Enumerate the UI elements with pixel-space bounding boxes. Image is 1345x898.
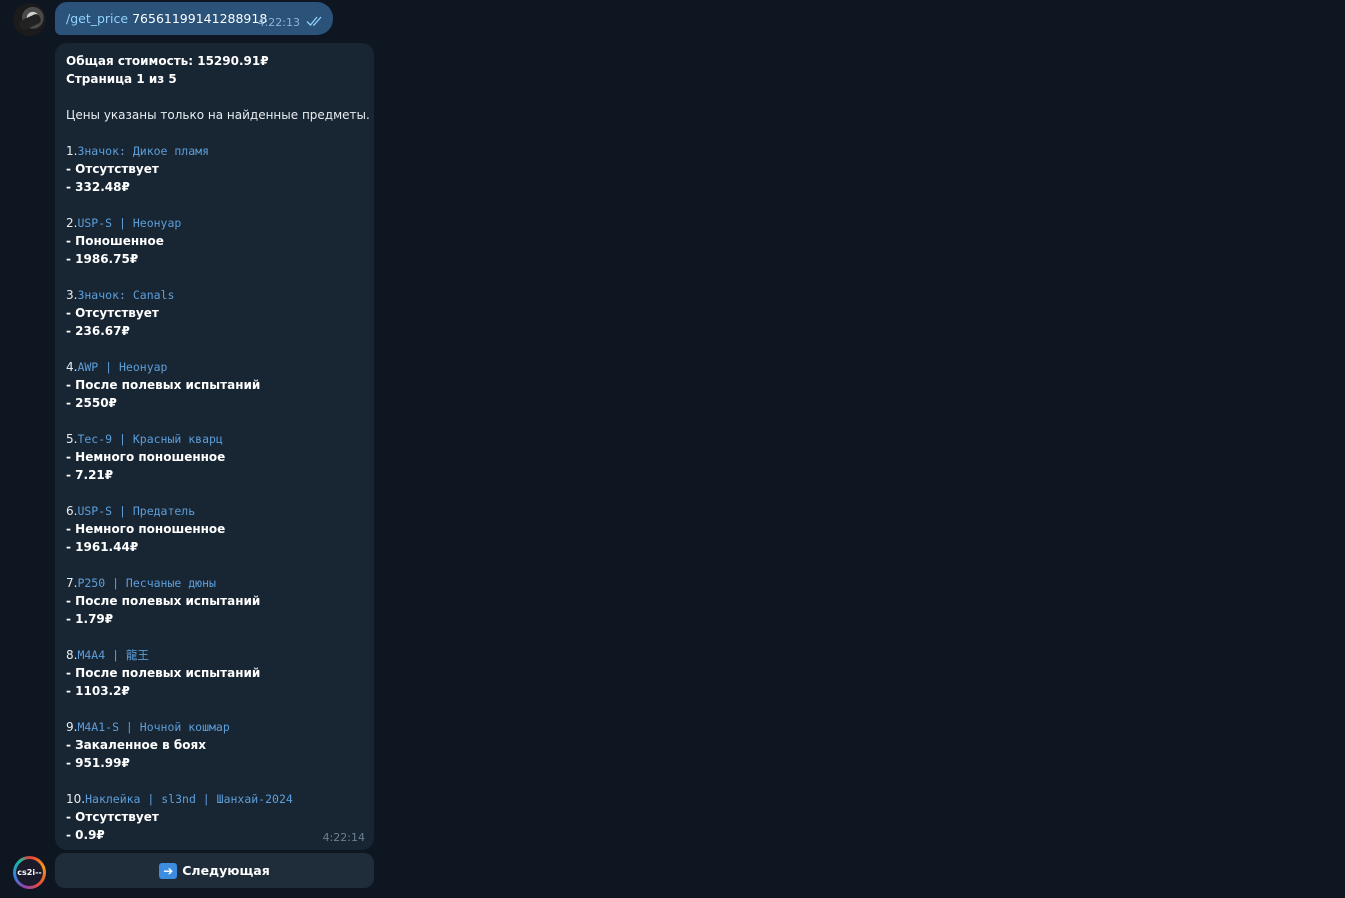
- item-name-code[interactable]: USP-S | Неонуар: [77, 216, 181, 230]
- item-condition: - Поношенное: [66, 234, 164, 248]
- list-item-title: 3.Значок: Canals: [66, 286, 364, 304]
- item-name-code[interactable]: M4A4 | 龍王: [77, 648, 148, 662]
- item-price: - 1.79₽: [66, 612, 114, 626]
- item-price: - 951.99₽: [66, 756, 130, 770]
- incoming-timestamp: 4:22:14: [322, 831, 365, 844]
- command-argument: 76561199141288918: [128, 11, 268, 26]
- list-item-title: 7.P250 | Песчаные дюны: [66, 574, 364, 592]
- item-condition: - Отсутствует: [66, 306, 159, 320]
- item-name-code[interactable]: Значок: Canals: [77, 288, 174, 302]
- total-cost: Общая стоимость: 15290.91₽: [66, 54, 269, 68]
- list-item-title: 6.USP-S | Предатель: [66, 502, 364, 520]
- next-page-label: Следующая: [182, 863, 270, 878]
- list-item-title: 5.Tec-9 | Красный кварц: [66, 430, 364, 448]
- item-name-code[interactable]: Tec-9 | Красный кварц: [77, 432, 222, 446]
- bot-avatar-label: cs2i--: [16, 859, 43, 886]
- item-name-code[interactable]: Значок: Дикое пламя: [77, 144, 209, 158]
- item-number: 9.: [66, 720, 78, 734]
- item-number: 6.: [66, 504, 78, 518]
- item-price: - 1961.44₽: [66, 540, 139, 554]
- item-number: 2.: [66, 216, 78, 230]
- item-price: - 236.67₽: [66, 324, 130, 338]
- item-price: - 1103.2₽: [66, 684, 130, 698]
- bot-message: Общая стоимость: 15290.91₽ Страница 1 из…: [55, 43, 374, 850]
- command-link[interactable]: /get_price: [66, 11, 128, 26]
- item-condition: - Закаленное в боях: [66, 738, 206, 752]
- item-name-code[interactable]: M4A1-S | Ночной кошмар: [77, 720, 229, 734]
- item-number: 3.: [66, 288, 78, 302]
- list-item-title: 1.Значок: Дикое пламя: [66, 142, 364, 160]
- item-condition: - После полевых испытаний: [66, 378, 261, 392]
- arrow-right-icon: ➔: [159, 862, 178, 879]
- item-condition: - Отсутствует: [66, 162, 159, 176]
- item-price: - 2550₽: [66, 396, 117, 410]
- item-condition: - Отсутствует: [66, 810, 159, 824]
- next-page-button[interactable]: ➔ Следующая: [55, 853, 374, 888]
- item-condition: - После полевых испытаний: [66, 666, 261, 680]
- item-name-code[interactable]: USP-S | Предатель: [77, 504, 195, 518]
- list-item-title: 2.USP-S | Неонуар: [66, 214, 364, 232]
- list-item-title: 9.M4A1-S | Ночной кошмар: [66, 718, 364, 736]
- item-price: - 7.21₽: [66, 468, 114, 482]
- list-item-title: 4.AWP | Неонуар: [66, 358, 364, 376]
- page-indicator: Страница 1 из 5: [66, 72, 177, 86]
- item-condition: - Немного поношенное: [66, 522, 226, 536]
- outgoing-message[interactable]: /get_price 76561199141288918 4:22:13: [55, 2, 333, 35]
- item-number: 10.: [66, 792, 86, 806]
- item-number: 4.: [66, 360, 78, 374]
- item-number: 7.: [66, 576, 78, 590]
- price-note: Цены указаны только на найденные предмет…: [66, 108, 370, 122]
- bot-avatar[interactable]: cs2i--: [13, 856, 46, 889]
- item-condition: - Немного поношенное: [66, 450, 226, 464]
- item-price: - 332.48₽: [66, 180, 130, 194]
- item-condition: - После полевых испытаний: [66, 594, 261, 608]
- item-number: 8.: [66, 648, 78, 662]
- item-name-code[interactable]: P250 | Песчаные дюны: [77, 576, 215, 590]
- item-number: 5.: [66, 432, 78, 446]
- item-name-code[interactable]: Наклейка | sl3nd | Шанхай-2024: [85, 792, 293, 806]
- outgoing-timestamp: 4:22:13: [257, 16, 300, 29]
- item-name-code[interactable]: AWP | Неонуар: [77, 360, 167, 374]
- list-item-title: 8.M4A4 | 龍王: [66, 646, 364, 664]
- item-number: 1.: [66, 144, 78, 158]
- double-check-icon: [306, 16, 322, 26]
- user-avatar[interactable]: [13, 3, 46, 36]
- item-price: - 0.9₽: [66, 828, 105, 842]
- item-list: 1.Значок: Дикое пламя - Отсутствует - 332.…: [66, 142, 364, 844]
- chat-view: /get_price 76561199141288918 4:22:13 Общ…: [0, 0, 1345, 898]
- list-item-title: 10.Наклейка | sl3nd | Шанхай-2024: [66, 790, 364, 808]
- item-price: - 1986.75₽: [66, 252, 139, 266]
